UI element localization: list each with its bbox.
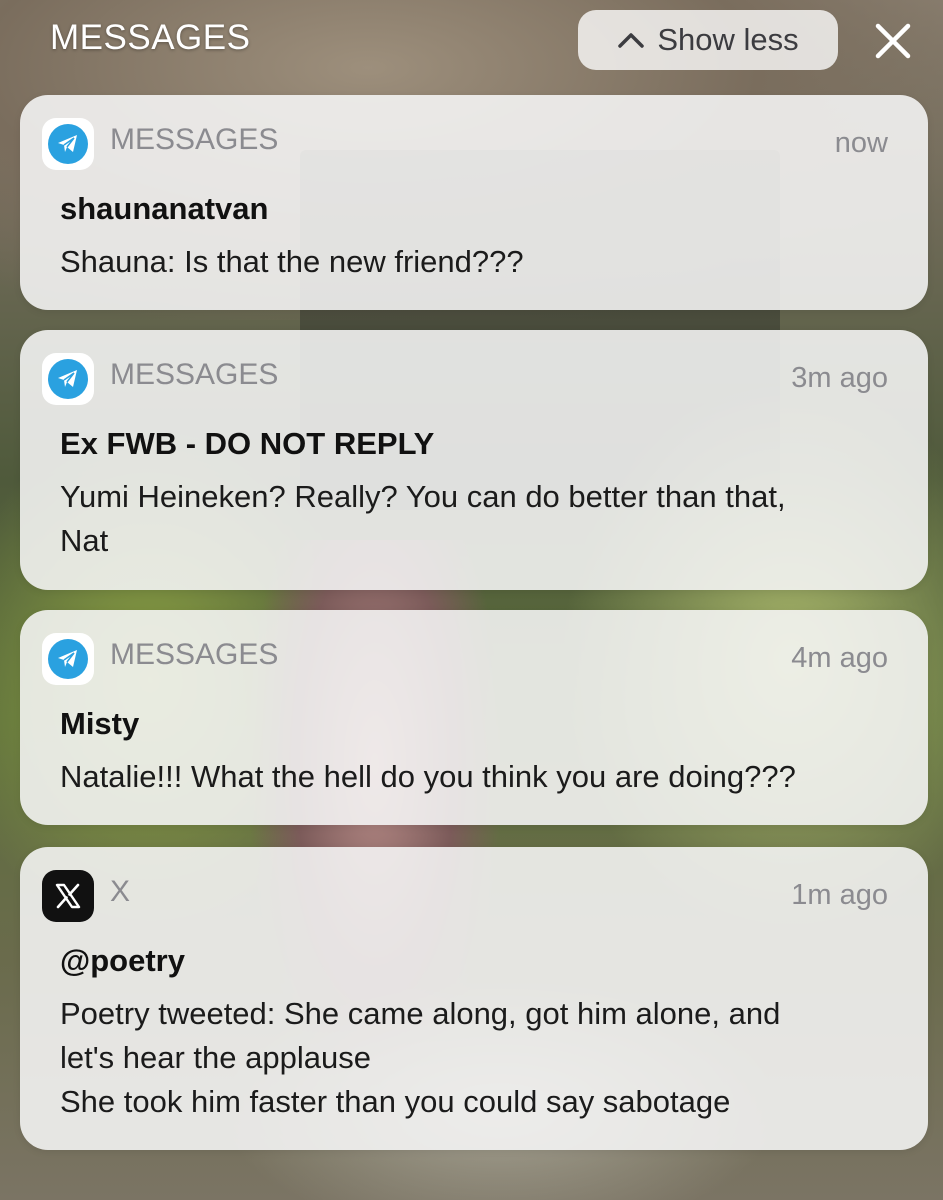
notification-card[interactable]: MESSAGES 4m ago Misty Natalie!!! What th… (20, 610, 928, 825)
sender-name: Ex FWB - DO NOT REPLY (60, 426, 435, 461)
timestamp: 1m ago (791, 879, 888, 911)
message-body: Yumi Heineken? Really? You can do better… (60, 479, 786, 558)
message-body: Poetry tweeted: She came along, got him … (60, 996, 781, 1119)
app-name: MESSAGES (110, 123, 279, 156)
app-name: X (110, 875, 131, 908)
telegram-icon (42, 353, 94, 405)
app-name: MESSAGES (110, 358, 279, 391)
timestamp: 4m ago (791, 642, 888, 674)
notification-card[interactable]: MESSAGES 3m ago Ex FWB - DO NOT REPLY Yu… (20, 330, 928, 590)
notification-group-header: MESSAGES Show less (0, 0, 943, 80)
show-less-label: Show less (657, 22, 799, 57)
message-body: Shauna: Is that the new friend??? (60, 244, 524, 279)
timestamp: 3m ago (791, 362, 888, 394)
notification-card[interactable]: MESSAGES now shaunanatvan Shauna: Is tha… (20, 95, 928, 310)
chevron-up-icon (618, 33, 645, 48)
notification-card[interactable]: X 1m ago @poetry Poetry tweeted: She cam… (20, 847, 928, 1150)
sender-name: Misty (60, 706, 140, 741)
x-logo-icon (42, 870, 94, 922)
show-less-button[interactable]: Show less (578, 10, 838, 70)
telegram-icon (42, 633, 94, 685)
sender-name: @poetry (60, 943, 185, 978)
timestamp: now (834, 127, 888, 159)
app-name: MESSAGES (110, 638, 279, 671)
sender-name: shaunanatvan (60, 191, 269, 226)
telegram-icon (42, 118, 94, 170)
group-title: MESSAGES (50, 18, 251, 57)
close-icon[interactable] (872, 20, 914, 62)
message-body: Natalie!!! What the hell do you think yo… (60, 759, 796, 794)
